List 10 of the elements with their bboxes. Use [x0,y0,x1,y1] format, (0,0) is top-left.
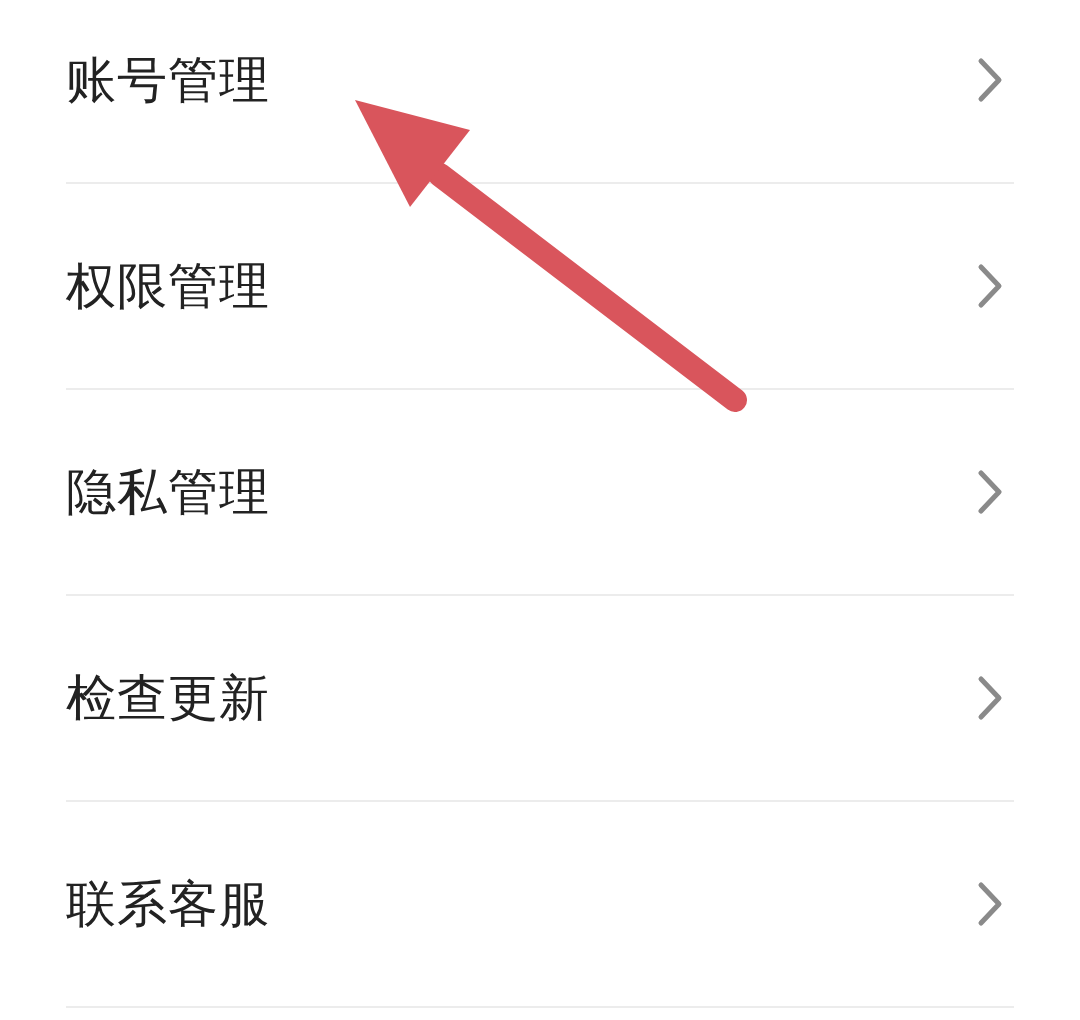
menu-item-label[interactable]: 隐私管理 [66,458,270,526]
menu-item-label[interactable]: 检查更新 [66,664,270,732]
menu-item-label[interactable]: 账号管理 [66,46,270,114]
chevron-right-icon [976,469,1004,515]
chevron-right-icon [976,675,1004,721]
chevron-right-icon [976,881,1004,927]
menu-item-label[interactable]: 联系客服 [66,870,270,938]
menu-item-label[interactable]: 权限管理 [66,252,270,320]
chevron-right-icon [976,57,1004,103]
chevron-right-icon [976,263,1004,309]
